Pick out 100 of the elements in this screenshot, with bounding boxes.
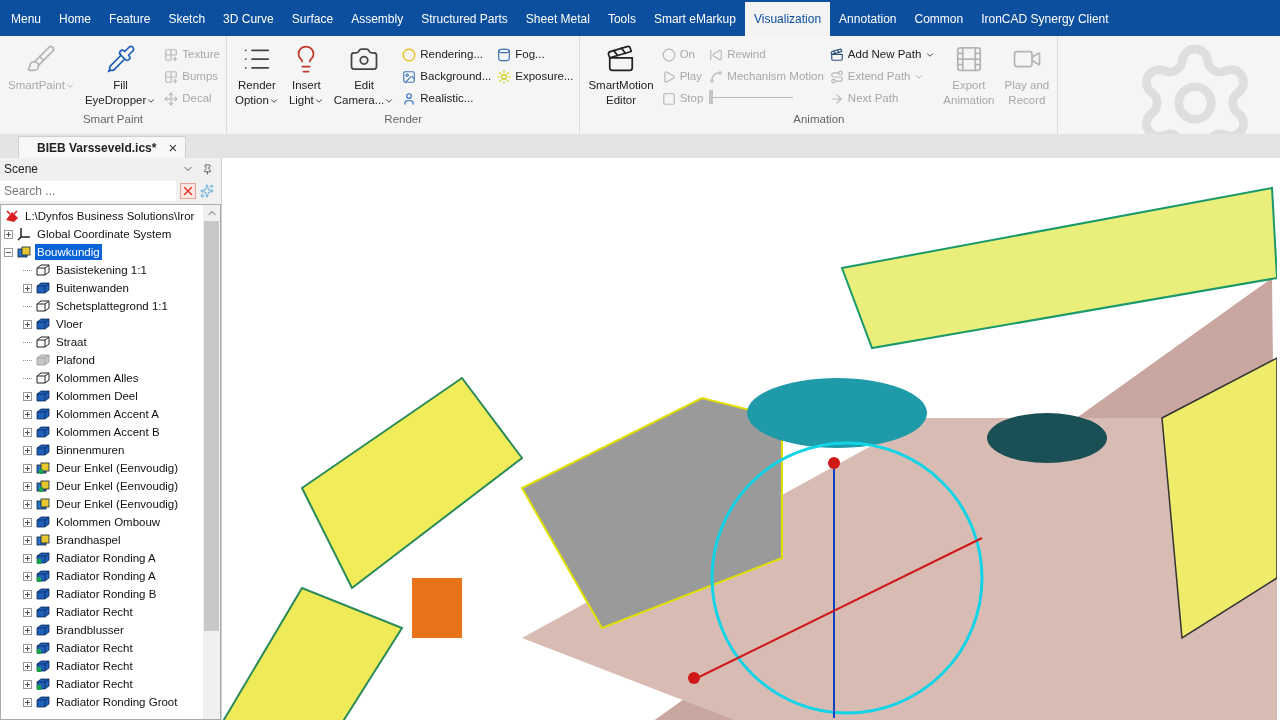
expand-toggle[interactable] (23, 427, 32, 437)
ribbon-small-button[interactable]: Background... (402, 66, 492, 88)
tree-item[interactable]: Kolommen Deel (54, 388, 140, 404)
tree-item[interactable]: Kolommen Accent A (54, 406, 161, 422)
expand-toggle[interactable] (23, 679, 32, 689)
tree-item[interactable]: Radiator Ronding A (54, 568, 158, 584)
expand-toggle[interactable] (23, 463, 32, 473)
tree-item[interactable]: Radiator Ronding Groot (54, 694, 180, 710)
tree-item[interactable]: L:\Dynfos Business Solutions\Iror (23, 208, 197, 224)
tree-item[interactable]: Radiator Recht (54, 658, 135, 674)
assembly-icon (16, 244, 32, 260)
tree-item[interactable]: Binnenmuren (54, 442, 127, 458)
sphere-icon (402, 48, 417, 62)
ribbon-tab[interactable]: Menu (2, 2, 51, 36)
assembly-icon (35, 478, 51, 494)
ribbon-tab[interactable]: Structured Parts (412, 2, 517, 36)
close-button[interactable]: × (168, 140, 178, 155)
expand-toggle[interactable] (23, 607, 32, 617)
tree-item[interactable]: Kolommen Alles (54, 370, 141, 386)
tree-item[interactable]: Buitenwanden (54, 280, 131, 296)
expand-toggle[interactable] (23, 661, 32, 671)
pin-icon[interactable] (202, 163, 213, 175)
tree-item[interactable]: Brandhaspel (54, 532, 123, 548)
block-icon (35, 586, 51, 602)
outline-block-icon (35, 298, 51, 314)
ribbon-small-button[interactable]: Exposure... (497, 66, 574, 88)
tree-item[interactable]: Vloer (54, 316, 85, 332)
outline-block-icon (35, 334, 51, 350)
clear-search-icon[interactable] (180, 183, 196, 199)
ribbon-tab[interactable]: Smart eMarkup (644, 2, 745, 36)
ribbon-tab[interactable]: IronCAD Synergy Client (972, 2, 1118, 36)
expand-toggle[interactable] (23, 553, 32, 563)
expand-toggle[interactable] (23, 571, 32, 581)
tree-item[interactable]: Deur Enkel (Eenvoudig) (54, 460, 181, 476)
expand-toggle[interactable] (23, 283, 32, 293)
tree-item[interactable]: Radiator Recht (54, 640, 135, 656)
tree-item[interactable]: Kolommen Accent B (54, 424, 162, 440)
tree-item[interactable]: Straat (54, 334, 89, 350)
expand-toggle[interactable] (23, 697, 32, 707)
ribbon-button[interactable]: Insert Light (284, 40, 328, 111)
expand-toggle[interactable] (4, 229, 13, 239)
image-icon (402, 70, 417, 84)
scrollbar-thumb[interactable] (204, 221, 219, 631)
search-field[interactable]: Search ... (0, 181, 176, 201)
tree-item[interactable]: Global Coordinate System (35, 226, 174, 242)
axes-icon (16, 226, 32, 242)
expand-toggle[interactable] (23, 481, 32, 491)
ribbon-tab[interactable]: Tools (598, 2, 645, 36)
expand-toggle[interactable] (23, 625, 32, 635)
slider-thumb[interactable] (709, 90, 714, 104)
ribbon-tab[interactable]: Sketch (159, 2, 215, 36)
document-tab[interactable]: BIEB Varsseveld.ics* × (18, 136, 187, 158)
ribbon-small-button[interactable]: Fog... (497, 44, 574, 66)
tree-item[interactable]: Plafond (54, 352, 97, 368)
expand-toggle[interactable] (23, 589, 32, 599)
ribbon-tab[interactable]: Surface (282, 2, 343, 36)
ribbon-tab[interactable]: Visualization (744, 2, 831, 36)
ribbon-tab[interactable]: Sheet Metal (516, 2, 599, 36)
ribbon-small-button[interactable]: Rendering... (402, 44, 492, 66)
animation-slider[interactable] (709, 88, 794, 106)
tree-item[interactable]: Radiator Recht (54, 604, 135, 620)
scrollbar[interactable] (203, 205, 220, 719)
ribbon-button[interactable]: Edit Camera... (329, 40, 399, 111)
tree-item[interactable]: Radiator Recht (54, 676, 135, 692)
arrow-icon (829, 92, 844, 106)
expand-toggle[interactable] (23, 391, 32, 401)
clapperboard-icon (829, 48, 844, 62)
tree-item[interactable]: Kolommen Ombouw (54, 514, 163, 530)
ribbon-tab[interactable]: Feature (100, 2, 160, 36)
ribbon-small-button[interactable]: Realistic... (402, 88, 492, 110)
ribbon-button[interactable]: Fill EyeDropper (80, 40, 161, 111)
tree-item[interactable]: Brandblusser (54, 622, 126, 638)
ribbon-button[interactable]: Render Option (231, 40, 283, 111)
expand-toggle[interactable] (23, 499, 32, 509)
tree-item[interactable]: Radiator Ronding A (54, 550, 158, 566)
ribbon-tab[interactable]: Common (905, 2, 973, 36)
tree-item[interactable]: Deur Enkel (Eenvoudig) (54, 496, 181, 512)
expand-toggle[interactable] (23, 535, 32, 545)
tree-item[interactable]: Deur Enkel (Eenvoudig) (54, 478, 181, 494)
tree-item[interactable]: Basistekening 1:1 (54, 262, 149, 278)
stop-icon (661, 92, 676, 106)
tree-item[interactable]: Bouwkundig (35, 244, 102, 260)
ribbon-tab[interactable]: Assembly (342, 2, 413, 36)
expand-toggle[interactable] (23, 409, 32, 419)
expand-toggle[interactable] (23, 517, 32, 527)
block-icon (35, 694, 51, 710)
tree-item[interactable]: Radiator Ronding B (54, 586, 159, 602)
sun-icon (497, 70, 512, 84)
expand-toggle[interactable] (23, 643, 32, 653)
expand-toggle[interactable] (23, 445, 32, 455)
ribbon-button[interactable]: SmartMotion Editor (584, 40, 658, 111)
ribbon-tab[interactable]: Home (50, 2, 101, 36)
block-icon (35, 676, 51, 692)
tree-item[interactable]: Schetsplattegrond 1:1 (54, 298, 170, 314)
collapse-toggle[interactable] (4, 247, 13, 257)
ribbon-tab[interactable]: Annotation (830, 2, 906, 36)
ribbon-small-button[interactable]: Add New Path (829, 44, 936, 66)
play-icon (661, 70, 676, 84)
ribbon-tab[interactable]: 3D Curve (214, 2, 283, 36)
expand-toggle[interactable] (23, 319, 32, 329)
